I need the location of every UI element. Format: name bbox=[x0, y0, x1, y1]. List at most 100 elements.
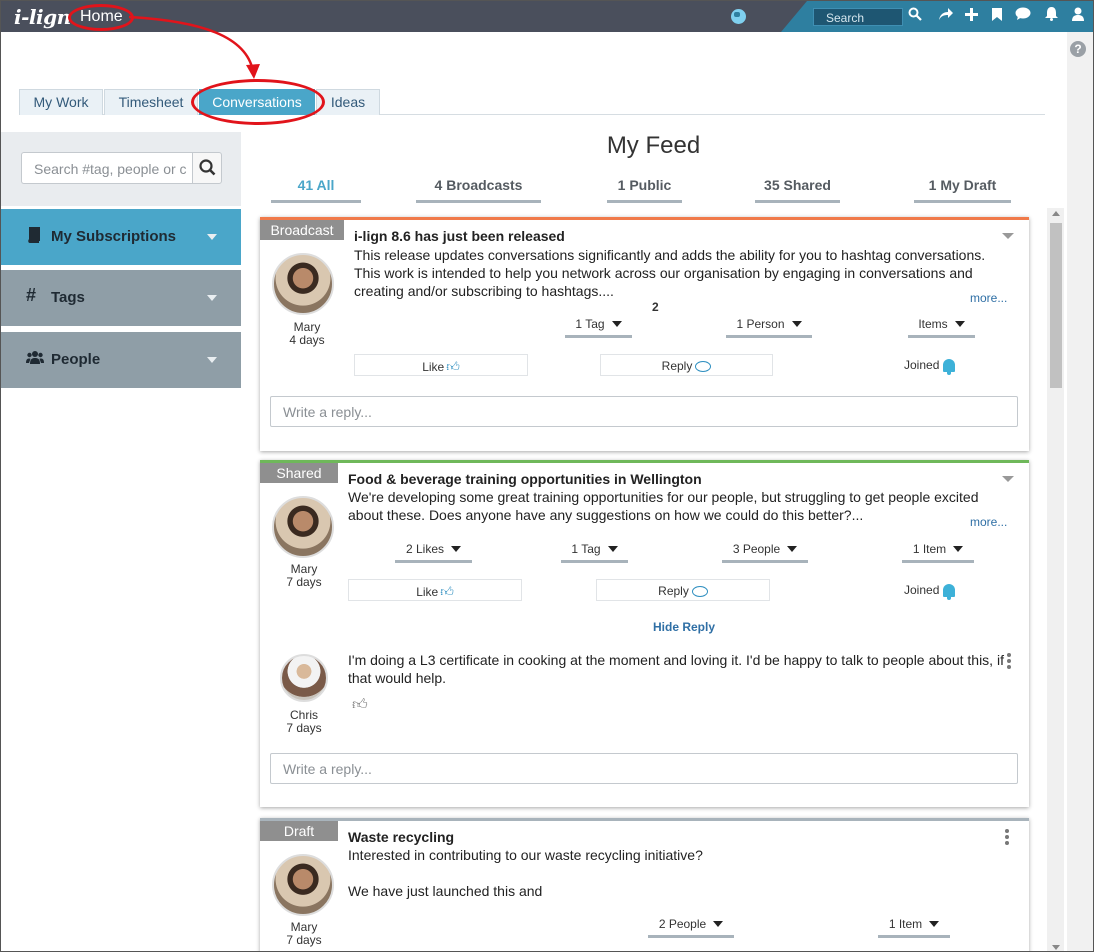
author-info: Mary 4 days bbox=[272, 321, 342, 347]
avatar[interactable] bbox=[272, 854, 334, 916]
share-icon[interactable] bbox=[938, 7, 954, 25]
likes-dropdown[interactable]: 2 Likes bbox=[395, 542, 472, 563]
globe-icon[interactable] bbox=[731, 9, 746, 24]
scroll-down-icon[interactable] bbox=[1052, 945, 1060, 950]
avatar[interactable] bbox=[272, 253, 334, 315]
scroll-up-icon[interactable] bbox=[1052, 211, 1060, 216]
reply-input[interactable]: Write a reply... bbox=[270, 396, 1018, 427]
comment-like-icon[interactable]: 👍︎ bbox=[352, 696, 368, 714]
chat-icon[interactable] bbox=[1015, 7, 1031, 25]
hide-reply-link[interactable]: Hide Reply bbox=[653, 620, 715, 634]
tags-dropdown[interactable]: 1 Tag bbox=[561, 542, 628, 563]
global-search-input[interactable]: Search bbox=[813, 8, 903, 26]
reply-button[interactable]: Reply bbox=[596, 579, 770, 601]
sidebar-item-label: People bbox=[51, 351, 101, 368]
sidebar-item-tags[interactable]: # Tags bbox=[1, 270, 241, 326]
bell-icon bbox=[943, 359, 956, 375]
home-highlight-annotation bbox=[68, 4, 134, 31]
filter-shared[interactable]: 35 Shared bbox=[755, 177, 840, 203]
feed-card-shared: Shared Food & beverage training opportun… bbox=[260, 460, 1029, 807]
card-menu-icon[interactable] bbox=[1005, 829, 1009, 847]
items-dropdown[interactable]: Items bbox=[908, 317, 975, 338]
conversations-highlight-annotation bbox=[191, 79, 325, 125]
comment-icon bbox=[695, 361, 712, 372]
like-button[interactable]: Like 👍︎ bbox=[348, 579, 522, 601]
bell-icon bbox=[943, 584, 956, 600]
card-title[interactable]: Waste recycling bbox=[348, 829, 454, 845]
meta-label: Items bbox=[918, 317, 948, 331]
tab-my-work[interactable]: My Work bbox=[19, 89, 103, 115]
items-dropdown[interactable]: 1 Item bbox=[878, 917, 950, 938]
card-type-badge: Shared bbox=[260, 463, 338, 483]
ilign-logo[interactable]: i-lign bbox=[14, 5, 71, 29]
avatar[interactable] bbox=[280, 654, 328, 702]
page-right-gutter bbox=[1067, 32, 1093, 951]
user-icon[interactable] bbox=[1072, 7, 1084, 25]
filter-broadcasts[interactable]: 4 Broadcasts bbox=[416, 177, 541, 203]
card-body-line: Interested in contributing to our waste … bbox=[348, 847, 703, 863]
chevron-down-icon bbox=[207, 357, 217, 363]
card-menu-icon[interactable] bbox=[1002, 233, 1014, 239]
comment-author-info: Chris 7 days bbox=[269, 709, 339, 735]
meta-label: 1 Tag bbox=[571, 542, 601, 556]
joined-toggle[interactable]: Joined bbox=[904, 583, 956, 600]
meta-label: 1 Item bbox=[912, 542, 947, 556]
caret-down-icon bbox=[953, 546, 964, 552]
card-body: This release updates conversations signi… bbox=[354, 247, 986, 299]
card-title[interactable]: Food & beverage training opportunities i… bbox=[348, 471, 702, 487]
app-window: i-lign Home Search ? My Work Timesheet C… bbox=[0, 0, 1094, 952]
author-info: Mary 7 days bbox=[269, 921, 339, 947]
card-title[interactable]: i-lign 8.6 has just been released bbox=[354, 228, 565, 244]
caret-down-icon bbox=[954, 321, 965, 327]
post-age: 7 days bbox=[286, 933, 322, 947]
joined-toggle[interactable]: Joined bbox=[904, 358, 956, 375]
people-dropdown[interactable]: 2 People bbox=[648, 917, 734, 938]
filter-my-draft[interactable]: 1 My Draft bbox=[914, 177, 1011, 203]
comment-menu-icon[interactable] bbox=[1007, 653, 1011, 671]
sidebar-item-my-subscriptions[interactable]: My Subscriptions bbox=[1, 209, 241, 265]
sidebar-item-label: My Subscriptions bbox=[51, 228, 177, 245]
tab-ideas[interactable]: Ideas bbox=[316, 89, 380, 115]
chevron-down-icon bbox=[207, 234, 217, 240]
filter-public[interactable]: 1 Public bbox=[607, 177, 682, 203]
card-accent-line bbox=[260, 217, 1029, 220]
caret-down-icon bbox=[451, 546, 462, 552]
card-body: We're developing some great training opp… bbox=[348, 489, 979, 523]
sidebar-search-input[interactable]: Search #tag, people or c bbox=[21, 152, 192, 184]
reply-input[interactable]: Write a reply... bbox=[270, 753, 1018, 784]
people-dropdown[interactable]: 1 Person bbox=[726, 317, 812, 338]
feed-title: My Feed bbox=[606, 132, 701, 159]
search-icon[interactable] bbox=[908, 7, 922, 25]
caret-down-icon bbox=[607, 546, 618, 552]
feed-scrollbar-thumb[interactable] bbox=[1050, 223, 1062, 388]
joined-label: Joined bbox=[904, 358, 940, 372]
feed-card-broadcast: Broadcast i-lign 8.6 has just been relea… bbox=[260, 217, 1029, 451]
caret-down-icon bbox=[791, 321, 802, 327]
sidebar-item-label: Tags bbox=[51, 289, 85, 306]
book-icon bbox=[26, 227, 42, 247]
reply-button[interactable]: Reply bbox=[600, 354, 773, 376]
joined-label: Joined bbox=[904, 583, 940, 597]
like-label: Like bbox=[422, 360, 445, 374]
like-button[interactable]: Like 👍︎ bbox=[354, 354, 528, 376]
thumbs-up-icon: 👍︎ bbox=[440, 584, 454, 599]
filter-all[interactable]: 41 All bbox=[271, 177, 361, 203]
meta-label: 1 Person bbox=[736, 317, 785, 331]
avatar[interactable] bbox=[272, 496, 334, 558]
top-nav-bar: i-lign Home Search bbox=[1, 1, 1093, 32]
card-menu-icon[interactable] bbox=[1002, 476, 1014, 482]
plus-icon[interactable] bbox=[965, 7, 978, 25]
items-dropdown[interactable]: 1 Item bbox=[902, 542, 974, 563]
thumbs-up-icon: 👍︎ bbox=[446, 359, 460, 374]
sidebar-search-button[interactable] bbox=[192, 152, 222, 184]
tab-timesheet[interactable]: Timesheet bbox=[104, 89, 198, 115]
tags-dropdown[interactable]: 1 Tag bbox=[565, 317, 632, 338]
bell-icon[interactable] bbox=[1045, 7, 1058, 25]
people-dropdown[interactable]: 3 People bbox=[722, 542, 808, 563]
more-link[interactable]: more... bbox=[970, 291, 1007, 305]
hash-icon: # bbox=[26, 285, 37, 305]
help-icon[interactable]: ? bbox=[1070, 41, 1086, 57]
more-link[interactable]: more... bbox=[970, 515, 1007, 529]
sidebar-item-people[interactable]: People bbox=[1, 332, 241, 388]
bookmark-icon[interactable] bbox=[992, 7, 1002, 25]
